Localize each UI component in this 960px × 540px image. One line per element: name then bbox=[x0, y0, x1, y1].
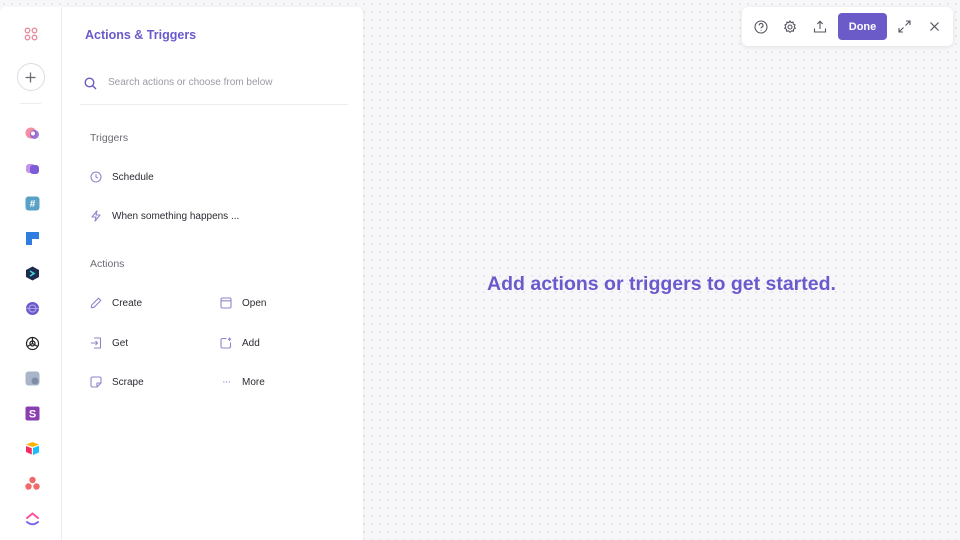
pencil-icon bbox=[90, 297, 102, 309]
app-icon-2[interactable] bbox=[25, 161, 40, 176]
action-open[interactable]: Open bbox=[220, 294, 266, 312]
panel-title: Actions & Triggers bbox=[85, 28, 197, 42]
svg-text:#: # bbox=[30, 199, 36, 210]
expand-button[interactable] bbox=[897, 19, 912, 34]
actions-section-label: Actions bbox=[90, 258, 125, 270]
action-create[interactable]: Create bbox=[90, 294, 142, 312]
action-label: Create bbox=[112, 297, 143, 309]
plus-icon bbox=[25, 72, 36, 82]
scrape-icon bbox=[90, 376, 102, 388]
action-label: Get bbox=[112, 337, 129, 349]
editor-toolbar: Done bbox=[742, 7, 953, 46]
trigger-label: When something happens ... bbox=[112, 210, 240, 222]
close-button[interactable] bbox=[927, 19, 942, 34]
app-icon-1[interactable] bbox=[25, 126, 40, 141]
globe-icon[interactable] bbox=[25, 301, 40, 316]
action-label: Scrape bbox=[112, 376, 144, 388]
trigger-when-something-happens[interactable]: When something happens ... bbox=[90, 207, 239, 225]
action-more[interactable]: ··· More bbox=[220, 373, 265, 391]
lightning-icon bbox=[90, 210, 102, 222]
airtable-icon[interactable] bbox=[25, 441, 40, 456]
action-label: More bbox=[242, 376, 265, 388]
slack-icon[interactable]: # bbox=[25, 196, 40, 211]
clickup-icon[interactable] bbox=[25, 511, 40, 526]
action-scrape[interactable]: Scrape bbox=[90, 373, 144, 391]
action-add[interactable]: Add bbox=[220, 334, 260, 352]
gear-icon bbox=[783, 19, 796, 33]
upload-icon bbox=[813, 20, 826, 33]
expand-icon bbox=[898, 20, 911, 33]
enter-icon bbox=[90, 337, 102, 349]
action-label: Open bbox=[242, 297, 267, 309]
settings-button[interactable] bbox=[782, 19, 797, 34]
triggers-section-label: Triggers bbox=[90, 132, 129, 144]
search-icon bbox=[84, 77, 97, 90]
add-icon bbox=[220, 337, 232, 349]
apps-grid-icon[interactable] bbox=[22, 25, 40, 43]
share-button[interactable] bbox=[812, 19, 827, 34]
app-icon-8[interactable] bbox=[25, 371, 40, 386]
ellipsis-icon: ··· bbox=[222, 376, 231, 388]
close-icon bbox=[930, 22, 939, 31]
trigger-label: Schedule bbox=[112, 171, 154, 183]
help-button[interactable] bbox=[753, 19, 768, 34]
trello-icon[interactable] bbox=[25, 231, 40, 246]
actions-triggers-panel: Actions & Triggers Triggers Schedule Whe… bbox=[62, 7, 363, 540]
window-icon bbox=[220, 297, 232, 309]
app-icon-9[interactable]: S bbox=[25, 406, 40, 421]
openai-icon[interactable] bbox=[25, 336, 40, 351]
search-bar[interactable] bbox=[80, 63, 348, 105]
asana-icon[interactable] bbox=[25, 476, 40, 491]
app-rail: # S bbox=[0, 7, 62, 540]
search-input[interactable] bbox=[108, 77, 328, 88]
rail-divider bbox=[20, 103, 41, 104]
svg-text:S: S bbox=[29, 409, 36, 421]
add-app-button[interactable] bbox=[16, 63, 45, 91]
action-label: Add bbox=[242, 337, 260, 349]
help-icon bbox=[753, 19, 768, 34]
canvas-empty-message: Add actions or triggers to get started. bbox=[487, 273, 836, 295]
trigger-schedule[interactable]: Schedule bbox=[90, 168, 154, 186]
action-get[interactable]: Get bbox=[90, 334, 128, 352]
done-button[interactable]: Done bbox=[838, 13, 887, 40]
codesandbox-icon[interactable] bbox=[25, 266, 40, 281]
clock-icon bbox=[90, 171, 102, 183]
